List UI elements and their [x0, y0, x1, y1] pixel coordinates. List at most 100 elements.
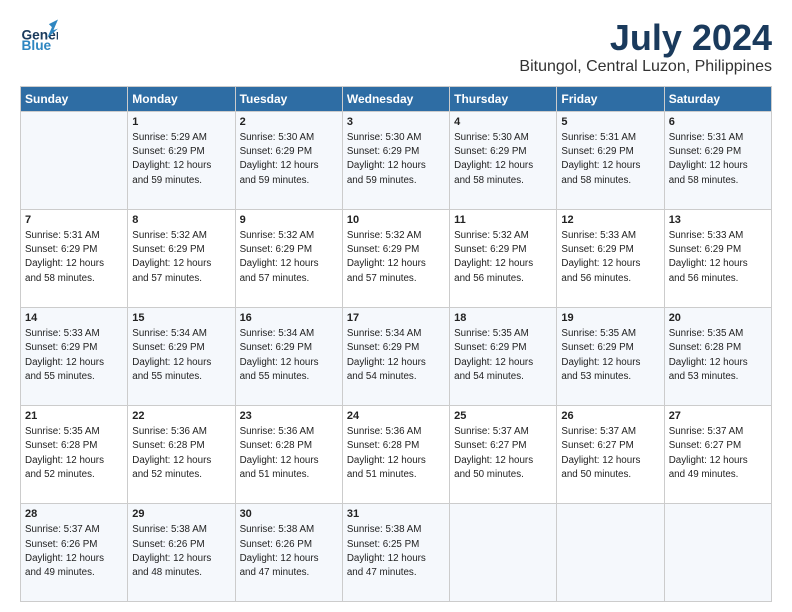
cell-content: Sunrise: 5:35 AMSunset: 6:29 PMDaylight:… [454, 328, 533, 382]
calendar-cell: 6 Sunrise: 5:31 AMSunset: 6:29 PMDaylight… [664, 111, 771, 209]
calendar-cell: 24 Sunrise: 5:36 AMSunset: 6:28 PMDayligh… [342, 405, 449, 503]
cell-content: Sunrise: 5:31 AMSunset: 6:29 PMDaylight:… [561, 132, 640, 186]
calendar-cell: 26 Sunrise: 5:37 AMSunset: 6:27 PMDayligh… [557, 405, 664, 503]
cell-content: Sunrise: 5:35 AMSunset: 6:28 PMDaylight:… [669, 328, 748, 382]
day-number: 30 [240, 507, 338, 522]
day-number: 16 [240, 311, 338, 326]
cell-content: Sunrise: 5:36 AMSunset: 6:28 PMDaylight:… [347, 426, 426, 480]
day-number: 6 [669, 115, 767, 130]
cell-content: Sunrise: 5:32 AMSunset: 6:29 PMDaylight:… [347, 230, 426, 284]
calendar-cell: 13 Sunrise: 5:33 AMSunset: 6:29 PMDayligh… [664, 209, 771, 307]
cell-content: Sunrise: 5:33 AMSunset: 6:29 PMDaylight:… [561, 230, 640, 284]
calendar-week-2: 7Sunrise: 5:31 AMSunset: 6:29 PMDaylight… [21, 209, 772, 307]
calendar-cell: 10 Sunrise: 5:32 AMSunset: 6:29 PMDayligh… [342, 209, 449, 307]
calendar-cell: 19 Sunrise: 5:35 AMSunset: 6:29 PMDayligh… [557, 307, 664, 405]
calendar-cell: 21 Sunrise: 5:35 AMSunset: 6:28 PMDayligh… [21, 405, 128, 503]
calendar-cell: 20 Sunrise: 5:35 AMSunset: 6:28 PMDayligh… [664, 307, 771, 405]
day-number: 25 [454, 409, 552, 424]
cell-content: Sunrise: 5:33 AMSunset: 6:29 PMDaylight:… [669, 230, 748, 284]
cell-content: Sunrise: 5:36 AMSunset: 6:28 PMDaylight:… [132, 426, 211, 480]
day-number: 21 [25, 409, 123, 424]
cell-content: Sunrise: 5:34 AMSunset: 6:29 PMDaylight:… [240, 328, 319, 382]
cell-content: Sunrise: 5:33 AMSunset: 6:29 PMDaylight:… [25, 328, 104, 382]
calendar-cell: 16 Sunrise: 5:34 AMSunset: 6:29 PMDayligh… [235, 307, 342, 405]
day-number: 18 [454, 311, 552, 326]
day-header-wednesday: Wednesday [342, 86, 449, 111]
calendar-week-1: 1 Sunrise: 5:29 AMSunset: 6:29 PMDaylight… [21, 111, 772, 209]
cell-content: Sunrise: 5:31 AMSunset: 6:29 PMDaylight:… [669, 132, 748, 186]
calendar-cell: 15 Sunrise: 5:34 AMSunset: 6:29 PMDayligh… [128, 307, 235, 405]
day-number: 28 [25, 507, 123, 522]
day-number: 13 [669, 213, 767, 228]
calendar-cell: 23Sunrise: 5:36 AMSunset: 6:28 PMDayligh… [235, 405, 342, 503]
calendar-week-4: 21 Sunrise: 5:35 AMSunset: 6:28 PMDayligh… [21, 405, 772, 503]
day-number: 9 [240, 213, 338, 228]
calendar-cell: 30Sunrise: 5:38 AMSunset: 6:26 PMDayligh… [235, 503, 342, 601]
calendar-cell: 17Sunrise: 5:34 AMSunset: 6:29 PMDayligh… [342, 307, 449, 405]
day-number: 22 [132, 409, 230, 424]
calendar-cell: 1 Sunrise: 5:29 AMSunset: 6:29 PMDaylight… [128, 111, 235, 209]
day-number: 27 [669, 409, 767, 424]
day-number: 7 [25, 213, 123, 228]
day-number: 24 [347, 409, 445, 424]
cell-content: Sunrise: 5:32 AMSunset: 6:29 PMDaylight:… [132, 230, 211, 284]
day-number: 10 [347, 213, 445, 228]
day-number: 15 [132, 311, 230, 326]
calendar-cell: 28 Sunrise: 5:37 AMSunset: 6:26 PMDayligh… [21, 503, 128, 601]
calendar-cell: 3Sunrise: 5:30 AMSunset: 6:29 PMDaylight… [342, 111, 449, 209]
cell-content: Sunrise: 5:34 AMSunset: 6:29 PMDaylight:… [347, 328, 426, 382]
svg-text:Blue: Blue [22, 38, 52, 53]
calendar-cell: 8 Sunrise: 5:32 AMSunset: 6:29 PMDaylight… [128, 209, 235, 307]
cell-content: Sunrise: 5:34 AMSunset: 6:29 PMDaylight:… [132, 328, 211, 382]
cell-content: Sunrise: 5:38 AMSunset: 6:26 PMDaylight:… [132, 524, 211, 578]
calendar-week-5: 28 Sunrise: 5:37 AMSunset: 6:26 PMDayligh… [21, 503, 772, 601]
cell-content: Sunrise: 5:35 AMSunset: 6:29 PMDaylight:… [561, 328, 640, 382]
day-number: 20 [669, 311, 767, 326]
calendar-cell: 5 Sunrise: 5:31 AMSunset: 6:29 PMDaylight… [557, 111, 664, 209]
day-number: 5 [561, 115, 659, 130]
calendar-cell [450, 503, 557, 601]
day-header-sunday: Sunday [21, 86, 128, 111]
calendar-cell: 25 Sunrise: 5:37 AMSunset: 6:27 PMDayligh… [450, 405, 557, 503]
calendar-cell: 4 Sunrise: 5:30 AMSunset: 6:29 PMDaylight… [450, 111, 557, 209]
calendar-cell: 11Sunrise: 5:32 AMSunset: 6:29 PMDayligh… [450, 209, 557, 307]
calendar-header-row: SundayMondayTuesdayWednesdayThursdayFrid… [21, 86, 772, 111]
cell-content: Sunrise: 5:37 AMSunset: 6:27 PMDaylight:… [454, 426, 533, 480]
day-header-thursday: Thursday [450, 86, 557, 111]
day-number: 19 [561, 311, 659, 326]
page-header: General Blue July 2024 Bitungol, Central… [20, 18, 772, 76]
calendar-week-3: 14 Sunrise: 5:33 AMSunset: 6:29 PMDayligh… [21, 307, 772, 405]
calendar-cell: 29Sunrise: 5:38 AMSunset: 6:26 PMDayligh… [128, 503, 235, 601]
day-number: 4 [454, 115, 552, 130]
day-number: 23 [240, 409, 338, 424]
cell-content: Sunrise: 5:32 AMSunset: 6:29 PMDaylight:… [240, 230, 319, 284]
calendar-cell: 31 Sunrise: 5:38 AMSunset: 6:25 PMDayligh… [342, 503, 449, 601]
day-header-saturday: Saturday [664, 86, 771, 111]
calendar-cell: 9 Sunrise: 5:32 AMSunset: 6:29 PMDaylight… [235, 209, 342, 307]
calendar-cell: 14 Sunrise: 5:33 AMSunset: 6:29 PMDayligh… [21, 307, 128, 405]
calendar-cell: 7Sunrise: 5:31 AMSunset: 6:29 PMDaylight… [21, 209, 128, 307]
day-header-tuesday: Tuesday [235, 86, 342, 111]
day-number: 1 [132, 115, 230, 130]
cell-content: Sunrise: 5:29 AMSunset: 6:29 PMDaylight:… [132, 132, 211, 186]
day-number: 8 [132, 213, 230, 228]
day-header-monday: Monday [128, 86, 235, 111]
calendar-cell: 27Sunrise: 5:37 AMSunset: 6:27 PMDayligh… [664, 405, 771, 503]
calendar-cell: 22 Sunrise: 5:36 AMSunset: 6:28 PMDayligh… [128, 405, 235, 503]
day-number: 26 [561, 409, 659, 424]
cell-content: Sunrise: 5:30 AMSunset: 6:29 PMDaylight:… [347, 132, 426, 186]
calendar-cell: 12Sunrise: 5:33 AMSunset: 6:29 PMDayligh… [557, 209, 664, 307]
day-number: 11 [454, 213, 552, 228]
cell-content: Sunrise: 5:37 AMSunset: 6:26 PMDaylight:… [25, 524, 104, 578]
cell-content: Sunrise: 5:30 AMSunset: 6:29 PMDaylight:… [454, 132, 533, 186]
calendar-table: SundayMondayTuesdayWednesdayThursdayFrid… [20, 86, 772, 602]
cell-content: Sunrise: 5:35 AMSunset: 6:28 PMDaylight:… [25, 426, 104, 480]
cell-content: Sunrise: 5:37 AMSunset: 6:27 PMDaylight:… [561, 426, 640, 480]
day-number: 31 [347, 507, 445, 522]
day-number: 2 [240, 115, 338, 130]
calendar-title: July 2024 [519, 18, 772, 58]
calendar-cell: 2Sunrise: 5:30 AMSunset: 6:29 PMDaylight… [235, 111, 342, 209]
calendar-cell [557, 503, 664, 601]
day-number: 14 [25, 311, 123, 326]
cell-content: Sunrise: 5:38 AMSunset: 6:25 PMDaylight:… [347, 524, 426, 578]
